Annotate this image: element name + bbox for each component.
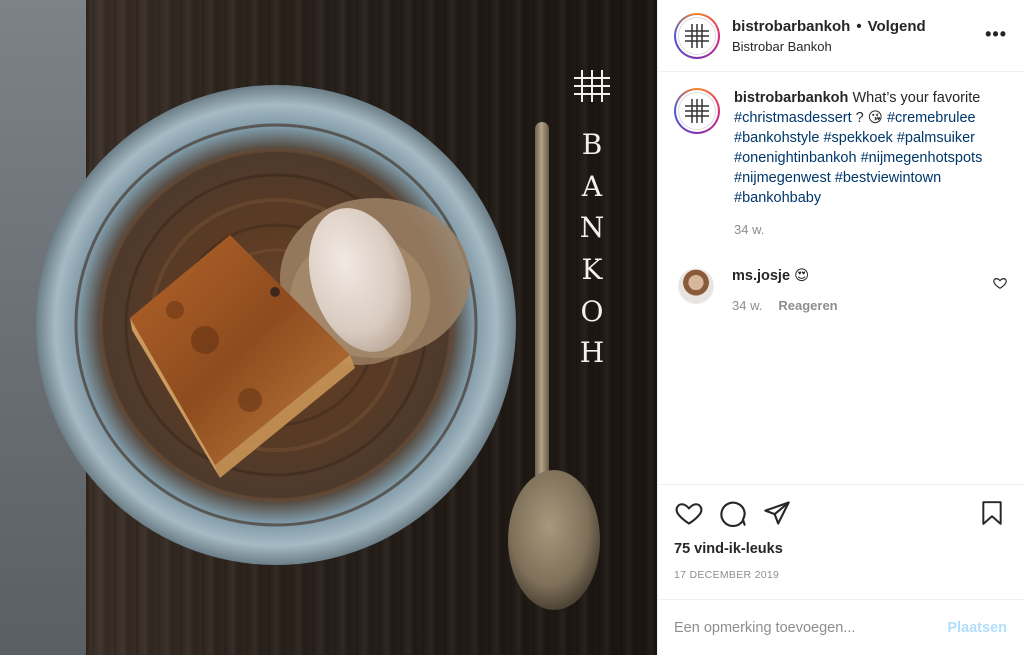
bankoh-logo-icon <box>574 70 610 102</box>
bankoh-hash-icon <box>685 99 709 123</box>
comment-bubble-icon <box>720 501 746 527</box>
header-username[interactable]: bistrobarbankoh <box>732 18 850 35</box>
comment-username[interactable]: ms.josje <box>732 268 790 284</box>
comments-section: bistrobarbankoh What’s your favorite #ch… <box>658 72 1023 484</box>
add-comment-bar: Plaatsen <box>658 599 1023 655</box>
hashtag[interactable]: #bankohbaby <box>734 190 821 206</box>
comment-timestamp[interactable]: 34 w. <box>732 298 762 313</box>
comment-input[interactable] <box>674 619 948 636</box>
hashtag[interactable]: #cremebrulee <box>887 110 976 126</box>
logo-letter-o: O <box>581 295 604 328</box>
logo-letter-a: A <box>581 170 603 203</box>
comment-item: ms.josje 😍 34 w. Reageren <box>674 264 1007 313</box>
hashtag[interactable]: #bankohstyle <box>734 130 819 146</box>
spoon-bowl <box>508 470 600 610</box>
post-comment-button[interactable]: Plaatsen <box>947 620 1007 636</box>
likes-count[interactable]: 75 vind-ik-leuks <box>674 541 1007 557</box>
caption-mid: ? 😘 <box>851 110 887 126</box>
hashtag[interactable]: #christmasdessert <box>734 110 852 126</box>
header-separator: • <box>856 17 862 35</box>
caption-text: What’s your favorite <box>852 90 981 106</box>
post-actions: 75 vind-ik-leuks 17 DECEMBER 2019 <box>658 484 1023 599</box>
comment-like-heart-icon[interactable] <box>993 276 1007 290</box>
post-photo[interactable]: B A N K O H <box>0 0 657 655</box>
bookmark-icon <box>982 501 1002 525</box>
instagram-post: B A N K O H bistrobarbankoh • Volgend Bi… <box>0 0 1023 655</box>
paper-plane-icon <box>764 501 790 525</box>
hashtag[interactable]: #spekkoek <box>823 130 892 146</box>
post-side-panel: bistrobarbankoh • Volgend Bistrobar Bank… <box>657 0 1023 655</box>
hashtag[interactable]: #nijmegenwest <box>734 170 831 186</box>
follow-status-button[interactable]: Volgend <box>868 18 926 35</box>
header-location[interactable]: Bistrobar Bankoh <box>732 39 926 54</box>
profile-avatar[interactable] <box>674 12 720 59</box>
post-header: bistrobarbankoh • Volgend Bistrobar Bank… <box>658 0 1023 72</box>
caption-avatar[interactable] <box>674 88 720 134</box>
comment-text: 😍 <box>794 268 810 284</box>
bankoh-hash-icon <box>685 23 709 48</box>
logo-letter-h: H <box>580 336 604 369</box>
dessert-scene: B A N K O H <box>36 70 610 610</box>
save-button[interactable] <box>977 498 1007 528</box>
spoon-handle <box>535 122 549 482</box>
hashtag[interactable]: #nijmegenhotspots <box>861 150 983 166</box>
post-date[interactable]: 17 DECEMBER 2019 <box>674 569 1007 599</box>
heart-icon <box>675 503 703 525</box>
reply-button[interactable]: Reageren <box>778 298 837 313</box>
logo-letter-b: B <box>582 128 603 161</box>
comment-avatar[interactable] <box>678 268 714 304</box>
hashtag[interactable]: #bestviewintown <box>835 170 941 186</box>
caption-timestamp[interactable]: 34 w. <box>734 220 1007 240</box>
hashtag[interactable]: #onenightinbankoh <box>734 150 857 166</box>
share-button[interactable] <box>762 498 792 528</box>
logo-letter-n: N <box>580 211 605 244</box>
caption: bistrobarbankoh What’s your favorite #ch… <box>674 88 1007 240</box>
caption-body: bistrobarbankoh What’s your favorite #ch… <box>734 88 1007 240</box>
hashtag[interactable]: #palmsuiker <box>897 130 975 146</box>
caption-username[interactable]: bistrobarbankoh <box>734 90 848 106</box>
logo-letter-k: K <box>582 253 604 286</box>
more-options-button[interactable]: ••• <box>985 24 1007 45</box>
like-button[interactable] <box>674 498 704 528</box>
comment-button[interactable] <box>718 498 748 528</box>
